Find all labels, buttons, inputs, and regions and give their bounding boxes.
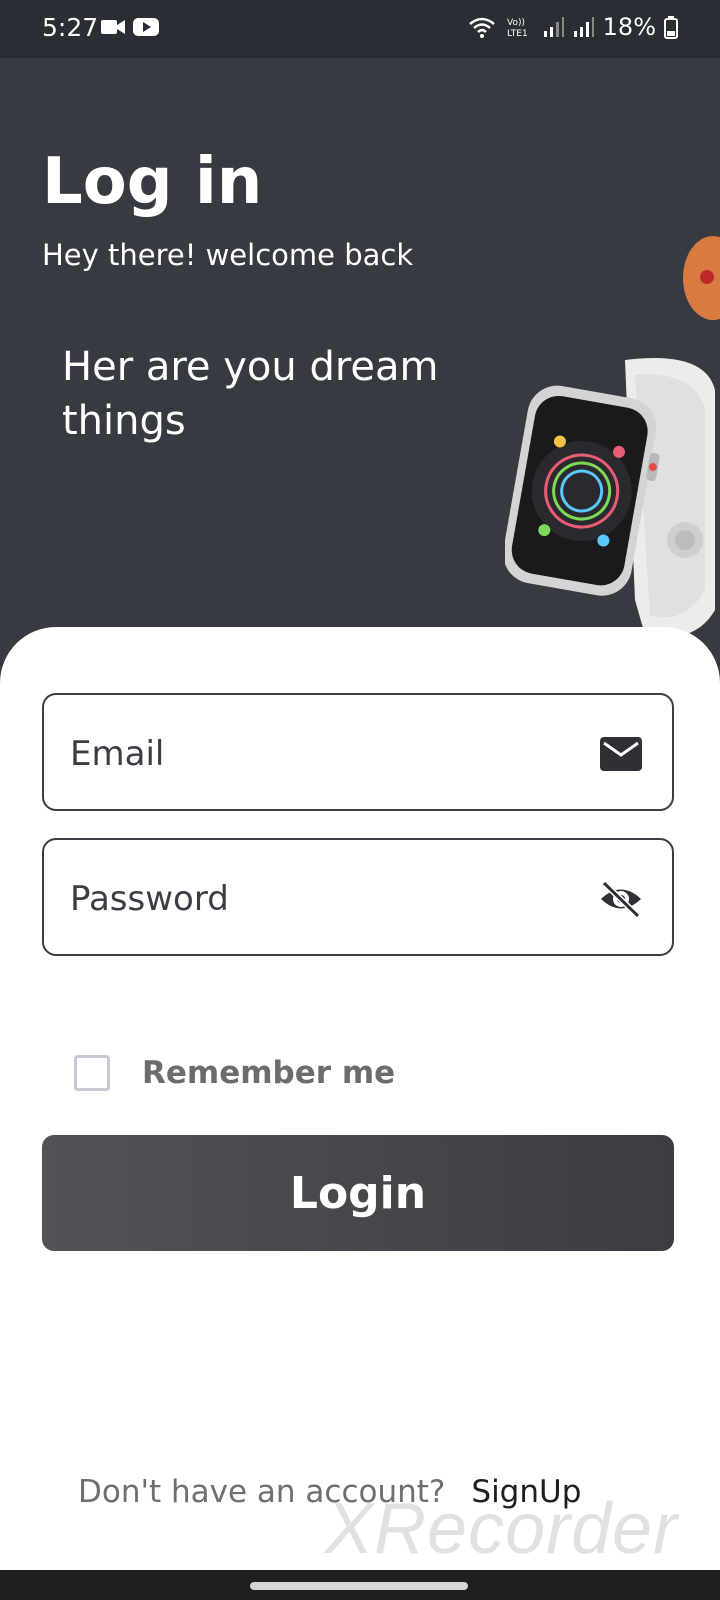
page-title: Log in bbox=[42, 145, 263, 219]
decorative-orb-dot bbox=[700, 270, 714, 284]
navigation-bar bbox=[0, 1570, 720, 1600]
smartwatch-image bbox=[505, 358, 715, 638]
status-icons-left bbox=[100, 16, 160, 38]
svg-text:Vo)): Vo)) bbox=[507, 18, 525, 28]
password-input[interactable] bbox=[68, 870, 572, 928]
video-camera-icon bbox=[101, 20, 125, 34]
status-bar: 5:27 Vo)) LTE1 18% bbox=[0, 0, 720, 58]
signup-row: Don't have an account? SignUp bbox=[78, 1474, 581, 1510]
email-field[interactable] bbox=[42, 693, 674, 811]
signup-link[interactable]: SignUp bbox=[471, 1474, 581, 1510]
remember-me-checkbox[interactable] bbox=[74, 1055, 110, 1091]
battery-icon bbox=[664, 16, 678, 39]
page-subtitle: Hey there! welcome back bbox=[42, 238, 414, 272]
remember-me-label: Remember me bbox=[142, 1055, 396, 1091]
status-time: 5:27 bbox=[42, 13, 99, 42]
signup-question: Don't have an account? bbox=[78, 1474, 446, 1510]
email-input[interactable] bbox=[68, 725, 572, 783]
mail-icon bbox=[600, 737, 642, 771]
signal-icon bbox=[543, 17, 564, 37]
wifi-icon bbox=[468, 17, 495, 38]
login-button[interactable]: Login bbox=[42, 1135, 674, 1251]
remember-me-row[interactable]: Remember me bbox=[74, 1055, 395, 1091]
signal-icon bbox=[573, 17, 594, 37]
svg-text:LTE1: LTE1 bbox=[507, 29, 528, 39]
youtube-icon bbox=[133, 18, 159, 36]
eye-off-icon[interactable] bbox=[598, 878, 644, 920]
tagline: Her are you dream things bbox=[62, 344, 439, 444]
home-gesture-handle[interactable] bbox=[250, 1582, 468, 1590]
volte-icon: Vo)) LTE1 bbox=[507, 18, 528, 39]
battery-percent: 18% bbox=[602, 13, 656, 41]
status-icons-right: Vo)) LTE1 18% bbox=[467, 13, 678, 41]
password-field[interactable] bbox=[42, 838, 674, 956]
